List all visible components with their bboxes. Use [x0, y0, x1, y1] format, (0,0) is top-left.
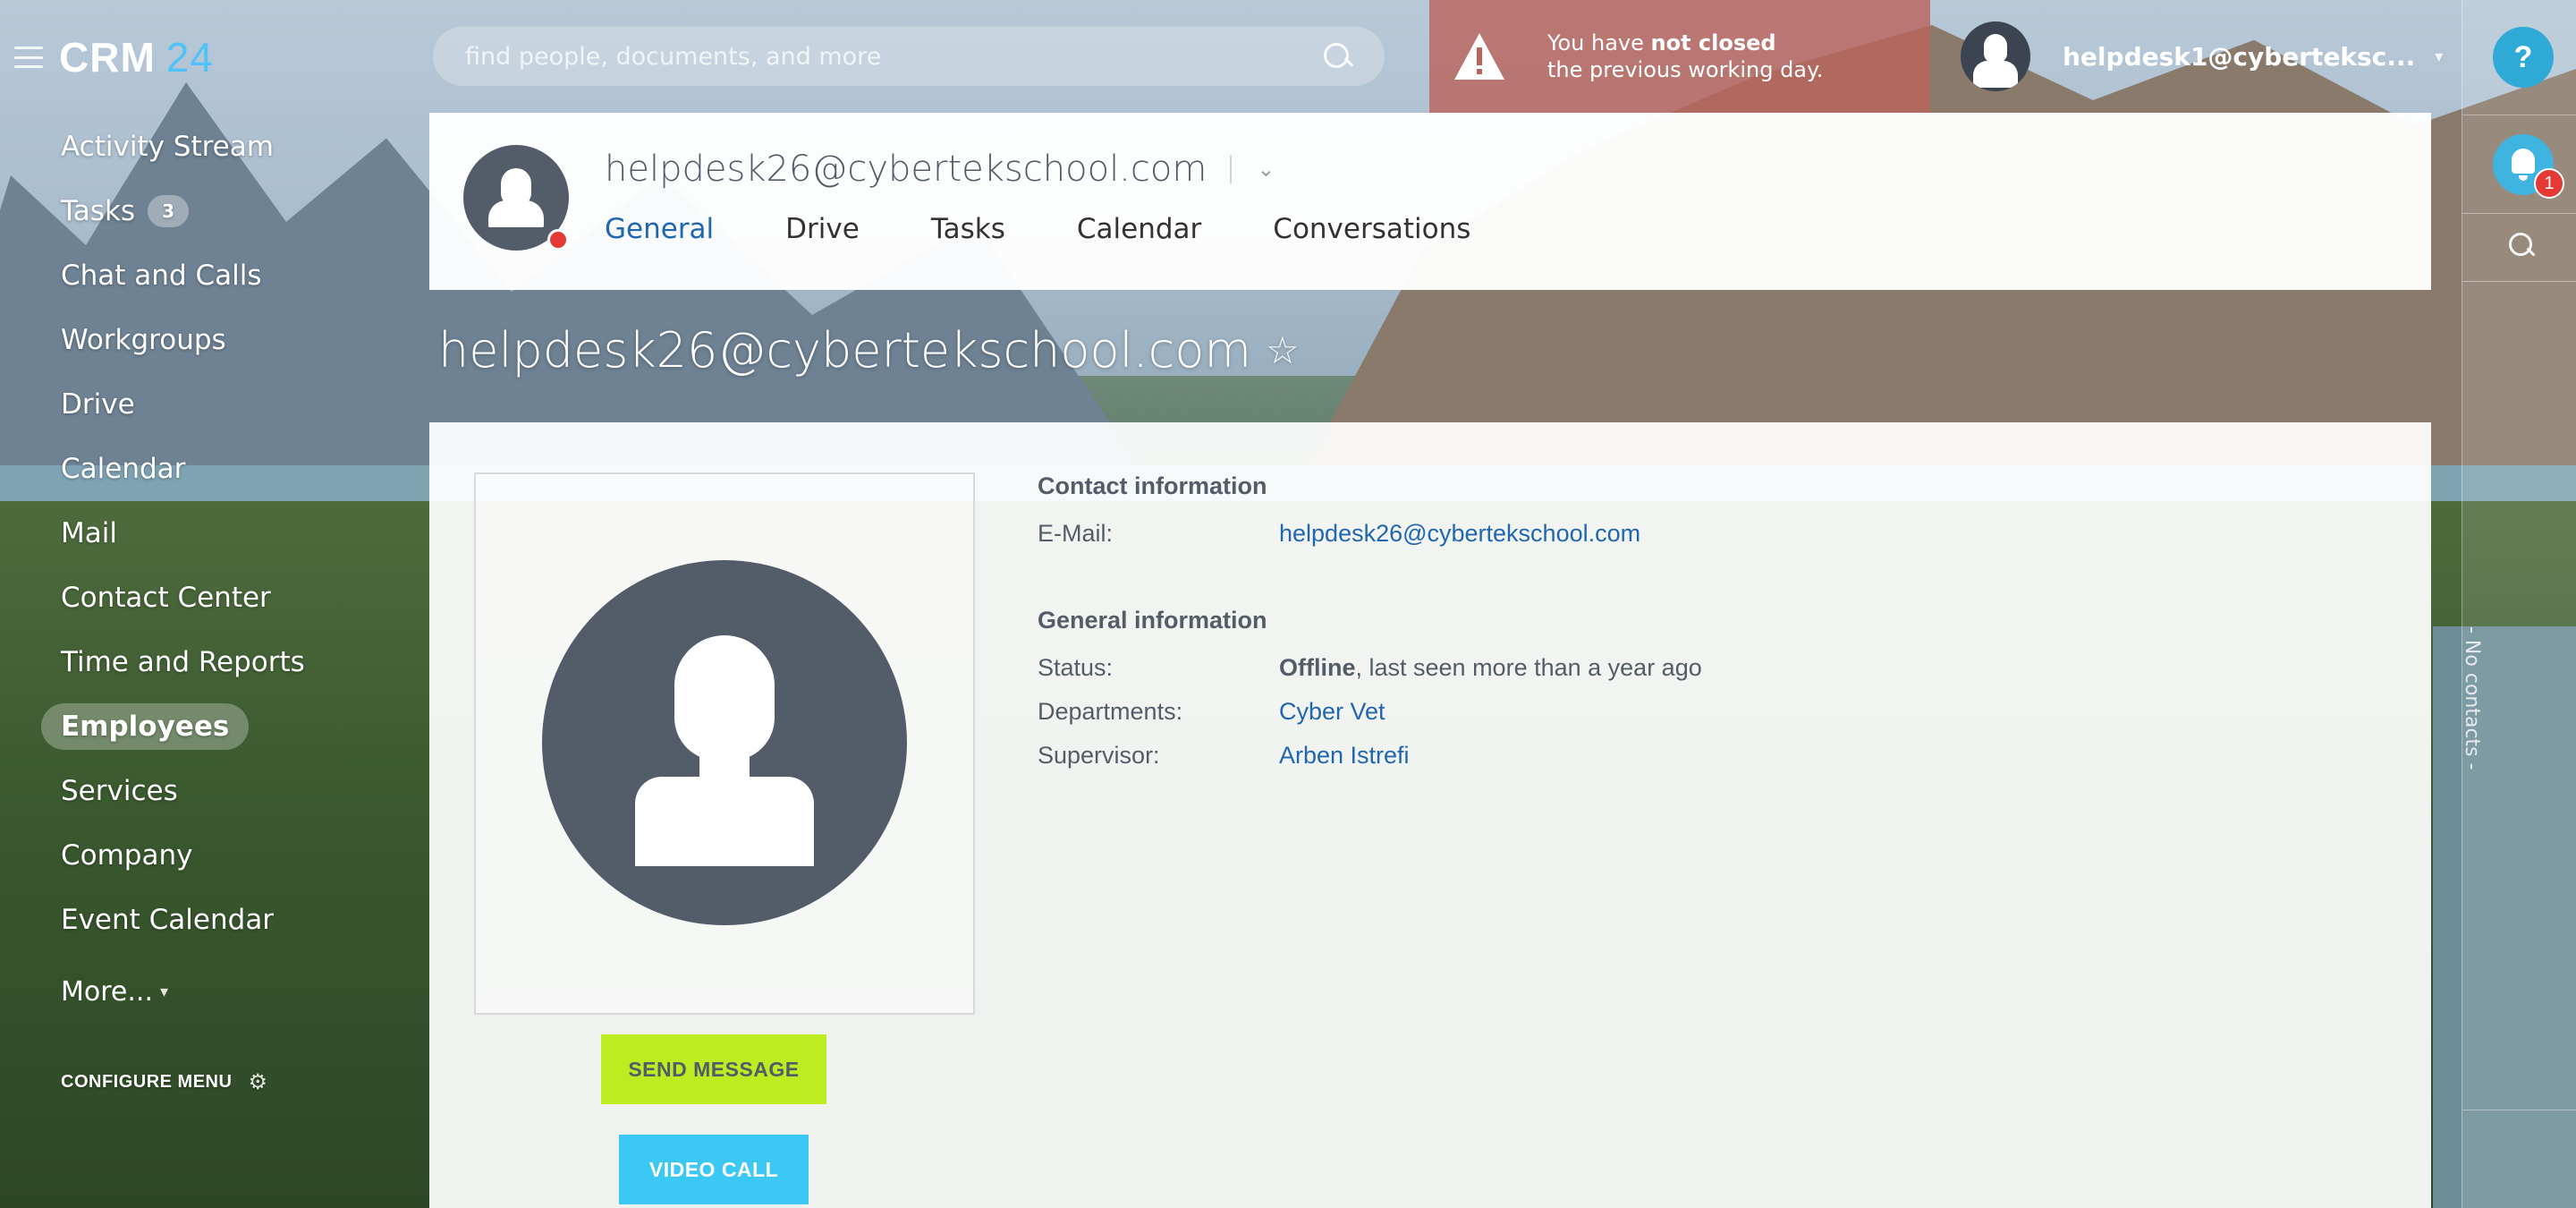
right-panel: ? 1: [2462, 0, 2576, 1208]
tasks-count-badge: 3: [148, 195, 189, 227]
avatar: [542, 560, 907, 925]
global-search: [433, 27, 1385, 86]
avatar: [463, 145, 569, 251]
contact-info-heading: Contact information: [1038, 472, 1267, 499]
workday-alert[interactable]: You have not closed the previous working…: [1429, 0, 1930, 113]
chevron-down-icon: ▾: [2435, 47, 2444, 65]
sidebar-item-contact-center[interactable]: Contact Center: [0, 566, 429, 630]
status-value: Offline, last seen more than a year ago: [1279, 654, 1702, 681]
alert-line-1: You have not closed: [1547, 30, 1776, 55]
notifications-count-badge: 1: [2534, 168, 2564, 199]
star-icon[interactable]: ☆: [1266, 328, 1300, 372]
department-link[interactable]: Cyber Vet: [1279, 698, 1385, 726]
profile-header: helpdesk26@cybertekschool.com ⌄ General …: [429, 113, 2431, 290]
logo[interactable]: CRM 24: [59, 33, 214, 81]
video-call-button[interactable]: VIDEO CALL: [619, 1135, 809, 1204]
configure-menu-link[interactable]: CONFIGURE MENU ⚙: [61, 1069, 267, 1095]
alert-line-2: the previous working day.: [1547, 57, 1824, 82]
notifications-bell-icon[interactable]: 1: [2493, 134, 2564, 199]
contacts-search-icon[interactable]: [2507, 231, 2538, 261]
sidebar-item-chat-and-calls[interactable]: Chat and Calls: [0, 243, 429, 308]
tab-calendar[interactable]: Calendar: [1077, 213, 1201, 258]
profile-photo-box[interactable]: [474, 472, 975, 1015]
tab-general[interactable]: General: [605, 213, 714, 258]
sidebar-item-mail[interactable]: Mail: [0, 501, 429, 566]
email-label: E-Mail:: [1038, 520, 1114, 547]
user-menu[interactable]: helpdesk1@cyberteksc... ▾: [1961, 20, 2443, 93]
sidebar-item-employees[interactable]: Employees: [0, 694, 429, 759]
profile-header-title: helpdesk26@cybertekschool.com ⌄: [605, 149, 1275, 190]
general-info-heading: General information: [1038, 607, 1267, 634]
email-row: E-Mail: helpdesk26@cybertekschool.com: [1038, 520, 1702, 548]
departments-label: Departments:: [1038, 698, 1183, 725]
profile-card: SEND MESSAGE VIDEO CALL Contact informat…: [429, 422, 2431, 1208]
sidebar-item-calendar[interactable]: Calendar: [0, 437, 429, 501]
profile-info: Contact information E-Mail: helpdesk26@c…: [1038, 472, 1702, 786]
sidebar-item-activity-stream[interactable]: Activity Stream: [0, 115, 429, 179]
search-icon[interactable]: [1322, 41, 1352, 72]
left-menu: CRM 24 Activity Stream Tasks 3 Chat and Ca…: [0, 0, 429, 1208]
tab-drive[interactable]: Drive: [785, 213, 860, 258]
tab-conversations[interactable]: Conversations: [1273, 213, 1470, 258]
help-button[interactable]: ?: [2493, 27, 2554, 88]
send-message-button[interactable]: SEND MESSAGE: [601, 1034, 826, 1104]
search-input[interactable]: [465, 42, 1322, 71]
sidebar-item-event-calendar[interactable]: Event Calendar: [0, 888, 429, 952]
sidebar-item-drive[interactable]: Drive: [0, 372, 429, 437]
supervisor-link[interactable]: Arben Istrefi: [1279, 742, 1410, 770]
gear-icon: ⚙: [248, 1070, 268, 1094]
avatar: [1961, 21, 2030, 91]
warning-icon: [1453, 31, 1506, 81]
supervisor-row: Supervisor: Arben Istrefi: [1038, 742, 1702, 770]
chevron-down-icon: ▾: [159, 982, 169, 1001]
tab-tasks[interactable]: Tasks: [931, 213, 1005, 258]
status-row: Status: Offline, last seen more than a y…: [1038, 654, 1702, 682]
profile-tabs: General Drive Tasks Calendar Conversatio…: [605, 213, 1542, 258]
logo-row: CRM 24: [14, 30, 214, 84]
chevron-down-icon[interactable]: ⌄: [1257, 157, 1275, 182]
sidebar-menu: Activity Stream Tasks 3 Chat and Calls Wo…: [0, 115, 429, 1027]
supervisor-label: Supervisor:: [1038, 742, 1160, 769]
sidebar-item-time-and-reports[interactable]: Time and Reports: [0, 630, 429, 694]
sidebar-more[interactable]: More... ▾: [0, 956, 429, 1027]
user-name: helpdesk1@cyberteksc...: [2063, 41, 2416, 72]
sidebar-item-services[interactable]: Services: [0, 759, 429, 823]
sidebar-item-workgroups[interactable]: Workgroups: [0, 308, 429, 372]
sidebar-item-tasks[interactable]: Tasks 3: [0, 179, 429, 243]
offline-status-dot: [547, 229, 569, 251]
page-title: helpdesk26@cybertekschool.com ☆: [438, 322, 1300, 379]
sidebar-item-company[interactable]: Company: [0, 823, 429, 888]
email-link[interactable]: helpdesk26@cybertekschool.com: [1279, 520, 1640, 548]
departments-row: Departments: Cyber Vet: [1038, 698, 1702, 726]
status-label: Status:: [1038, 654, 1114, 681]
no-contacts-label: - No contacts -: [2461, 626, 2483, 770]
menu-toggle-icon[interactable]: [14, 47, 43, 68]
